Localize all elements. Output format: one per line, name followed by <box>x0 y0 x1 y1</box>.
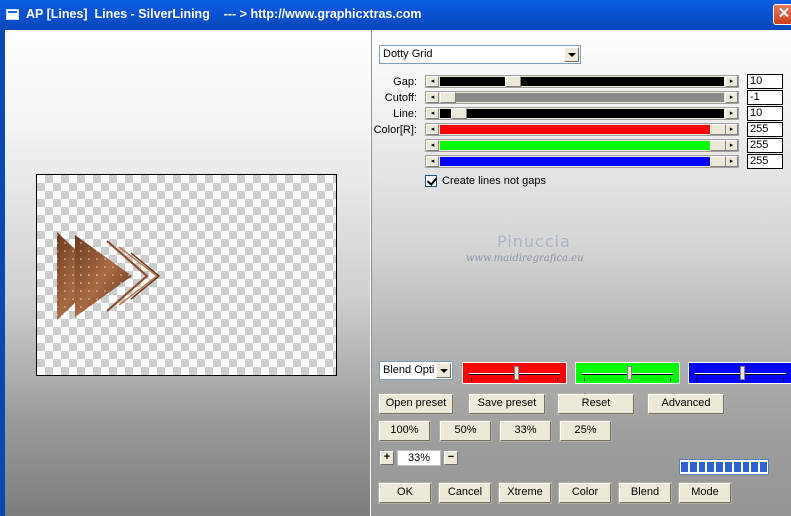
save-preset-button[interactable]: Save preset <box>468 393 546 415</box>
zoom-out-button[interactable]: − <box>444 451 458 465</box>
slider-right-arrow-icon[interactable]: ▸ <box>725 156 738 167</box>
slider[interactable]: ◂ ▸ <box>425 123 739 136</box>
slider-track[interactable] <box>440 93 724 102</box>
tick-mark <box>557 378 558 381</box>
slider-value-field[interactable]: 255 <box>747 154 783 169</box>
slider-right-arrow-icon[interactable]: ▸ <box>725 92 738 103</box>
progress-segment <box>689 462 697 472</box>
slider[interactable]: ◂ ▸ <box>425 91 739 104</box>
zoom-33-button[interactable]: 33% <box>499 420 552 442</box>
slider-track[interactable] <box>440 125 724 134</box>
mode-select[interactable]: Dotty Grid <box>379 45 581 64</box>
slider-right-arrow-icon[interactable]: ▸ <box>725 140 738 151</box>
slider-right-arrow-icon[interactable]: ▸ <box>725 108 738 119</box>
slider-left-arrow-icon[interactable]: ◂ <box>426 108 439 119</box>
blend-options-select[interactable]: Blend Optio <box>379 361 453 380</box>
progress-segment <box>681 462 688 472</box>
close-button[interactable]: ✕ <box>773 4 791 25</box>
chevron-down-icon[interactable] <box>564 47 579 62</box>
slider-value-field[interactable]: 10 <box>747 106 783 121</box>
slider-thumb[interactable] <box>450 108 467 119</box>
reset-button[interactable]: Reset <box>557 393 635 415</box>
slider-thumb[interactable] <box>710 156 726 167</box>
slider-track[interactable] <box>440 157 724 166</box>
slider-label: Gap: <box>393 76 417 88</box>
tick-mark <box>670 378 671 381</box>
slider[interactable]: ◂ ▸ <box>425 139 739 152</box>
slider-value-field[interactable]: 255 <box>747 138 783 153</box>
zoom-50-button[interactable]: 50% <box>439 420 492 442</box>
slider-right-arrow-icon[interactable]: ▸ <box>725 76 738 87</box>
color-slider-thumb[interactable] <box>514 366 519 380</box>
slider-track[interactable] <box>440 141 724 150</box>
xtreme-button[interactable]: Xtreme <box>498 482 552 504</box>
ok-button[interactable]: OK <box>378 482 432 504</box>
mode-select-value: Dotty Grid <box>383 48 433 60</box>
zoom-in-button[interactable]: + <box>380 451 394 465</box>
slider[interactable]: ◂ ▸ <box>425 155 739 168</box>
watermark-url: www.maidiregrafica.eu <box>466 253 584 264</box>
preview-canvas[interactable] <box>36 174 337 376</box>
app-window-icon <box>6 9 19 20</box>
slider-thumb[interactable] <box>710 140 726 151</box>
progress-segment <box>698 462 706 472</box>
chevron-down-icon[interactable] <box>436 363 451 378</box>
watermark-name: Pinuccia <box>497 232 571 251</box>
color-level-slider[interactable] <box>575 362 680 384</box>
progress-segment <box>751 462 759 472</box>
color-button[interactable]: Color <box>558 482 612 504</box>
open-preset-button[interactable]: Open preset <box>378 393 454 415</box>
slider-value-field[interactable]: 10 <box>747 74 783 89</box>
advanced-button[interactable]: Advanced <box>647 393 725 415</box>
progress-segment <box>742 462 750 472</box>
color-level-slider[interactable] <box>462 362 567 384</box>
slider-label: Cutoff: <box>384 92 417 104</box>
progress-indicator <box>679 459 769 475</box>
slider-left-arrow-icon[interactable]: ◂ <box>426 140 439 151</box>
slider-track[interactable] <box>440 77 724 86</box>
color-slider-thumb[interactable] <box>740 366 745 380</box>
slider-left-arrow-icon[interactable]: ◂ <box>426 76 439 87</box>
slider-value-field[interactable]: 255 <box>747 122 783 137</box>
tick-mark <box>584 378 585 381</box>
color-level-slider[interactable] <box>688 362 791 384</box>
title-bar: AP [Lines] Lines - SilverLining --- > ht… <box>0 0 791 30</box>
create-lines-checkbox[interactable] <box>425 175 437 187</box>
slider-label: Color[R]: <box>373 124 417 136</box>
slider-value-field[interactable]: -1 <box>747 90 783 105</box>
slider-thumb[interactable] <box>504 76 521 87</box>
progress-segment <box>724 462 732 472</box>
slider-label: Line: <box>393 108 417 120</box>
blend-select-value: Blend Optio <box>383 364 435 376</box>
color-slider-thumb[interactable] <box>627 366 632 380</box>
zoom-value-field[interactable]: 33% <box>397 450 441 466</box>
mode-button[interactable]: Mode <box>678 482 732 504</box>
window-title: AP [Lines] Lines - SilverLining --- > ht… <box>26 7 422 21</box>
slider-right-arrow-icon[interactable]: ▸ <box>725 124 738 135</box>
preview-image <box>57 232 161 320</box>
zoom-100-button[interactable]: 100% <box>378 420 431 442</box>
slider-left-arrow-icon[interactable]: ◂ <box>426 92 439 103</box>
tick-mark <box>697 378 698 381</box>
progress-segment <box>707 462 715 472</box>
create-lines-label: Create lines not gaps <box>442 175 546 187</box>
slider-thumb[interactable] <box>710 124 726 135</box>
slider-left-arrow-icon[interactable]: ◂ <box>426 156 439 167</box>
slider-thumb[interactable] <box>440 92 456 103</box>
blend-button[interactable]: Blend <box>618 482 672 504</box>
tick-mark <box>471 378 472 381</box>
progress-segment <box>760 462 767 472</box>
slider[interactable]: ◂ ▸ <box>425 75 739 88</box>
slider-left-arrow-icon[interactable]: ◂ <box>426 124 439 135</box>
progress-segment <box>716 462 723 472</box>
tick-mark <box>783 378 784 381</box>
cancel-button[interactable]: Cancel <box>438 482 492 504</box>
slider[interactable]: ◂ ▸ <box>425 107 739 120</box>
progress-segment <box>733 462 741 472</box>
slider-track[interactable] <box>440 109 724 118</box>
zoom-25-button[interactable]: 25% <box>559 420 612 442</box>
